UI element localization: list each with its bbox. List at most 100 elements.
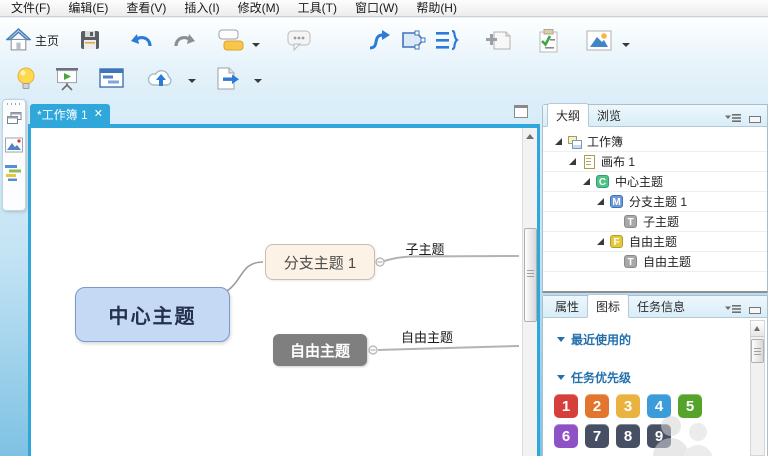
tree-row-branch-topic[interactable]: M 分支主题 1 — [543, 192, 767, 212]
section-recently-used[interactable]: 最近使用的 — [557, 331, 631, 348]
tab-icons[interactable]: 图标 — [587, 294, 630, 318]
maximize-button[interactable] — [514, 105, 528, 118]
menu-modify[interactable]: 修改(M) — [229, 0, 289, 17]
task-button[interactable] — [534, 26, 563, 56]
image-button[interactable] — [583, 26, 615, 55]
icons-panel-body: 最近使用的 任务优先级 1 2 3 4 5 6 7 8 9 — [543, 318, 767, 456]
image-dropdown-icon[interactable] — [622, 43, 630, 47]
boundary-button[interactable] — [398, 26, 429, 55]
document-tab[interactable]: *工作簿 1 ✕ — [30, 104, 110, 124]
undo-button[interactable] — [126, 26, 156, 54]
upload-button[interactable] — [144, 64, 178, 94]
export-dropdown-icon[interactable] — [254, 79, 262, 83]
collapse-arrow-icon — [557, 337, 565, 342]
gantt-button[interactable] — [96, 64, 127, 93]
new-topic-dropdown-icon[interactable] — [252, 43, 260, 47]
upload-dropdown-icon[interactable] — [188, 79, 196, 83]
outline-tree: 工作簿 画布 1 C 中心主题 M 分支主题 1 T 子主题 F 自由主题 T … — [543, 127, 767, 291]
view-menu-icon[interactable] — [725, 110, 741, 128]
minimize-panel-icon[interactable] — [749, 306, 761, 314]
priority-3-icon[interactable]: 3 — [616, 394, 640, 418]
comment-icon — [286, 28, 312, 53]
icons-panel: 属性 图标 任务信息 最近使用的 任务优先级 1 2 3 4 5 6 7 8 9 — [542, 294, 768, 456]
topic-icon — [218, 28, 244, 53]
tree-row-floating-subtopic[interactable]: T 自由主题 — [543, 252, 767, 272]
menu-insert[interactable]: 插入(I) — [175, 0, 228, 17]
relationship-button[interactable] — [364, 26, 396, 55]
main-toolbar: 主页 — [0, 18, 768, 60]
menu-file[interactable]: 文件(F) — [2, 0, 59, 17]
tree-row-floating-topic[interactable]: F 自由主题 — [543, 232, 767, 252]
comment-button[interactable] — [284, 26, 314, 55]
tab-browse[interactable]: 浏览 — [589, 104, 629, 126]
priority-7-icon[interactable]: 7 — [585, 424, 609, 448]
document-tab-title: *工作簿 1 — [37, 107, 88, 122]
summary-icon — [434, 28, 460, 53]
scroll-thumb[interactable] — [524, 228, 537, 322]
save-icon — [78, 28, 102, 52]
tree-row-subtopic[interactable]: T 子主题 — [543, 212, 767, 232]
home-label: 主页 — [35, 34, 60, 48]
note-button[interactable] — [483, 26, 514, 55]
scroll-thumb[interactable] — [751, 339, 764, 363]
expand-triangle-icon[interactable] — [597, 238, 604, 245]
tree-row-central-topic[interactable]: C 中心主题 — [543, 172, 767, 192]
canvas-vertical-scrollbar[interactable] — [522, 128, 537, 456]
image-icon — [585, 28, 613, 53]
priority-5-icon[interactable]: 5 — [678, 394, 702, 418]
priority-2-icon[interactable]: 2 — [585, 394, 609, 418]
central-topic-node[interactable]: 中心主题 — [75, 287, 230, 342]
new-topic-button[interactable] — [216, 26, 246, 55]
floating-subtopic-label[interactable]: 自由主题 — [391, 327, 463, 346]
summary-button[interactable] — [432, 26, 462, 55]
secondary-toolbar — [0, 60, 768, 95]
minimize-panel-icon[interactable] — [749, 115, 761, 123]
image-gallery-icon[interactable] — [5, 137, 23, 158]
tab-outline[interactable]: 大纲 — [547, 103, 590, 127]
mindmap-canvas[interactable]: 中心主题 分支主题 1 自由主题 子主题 自由主题 — [31, 128, 522, 456]
branch-topic-node[interactable]: 分支主题 1 — [265, 244, 375, 280]
home-button[interactable]: 主页 — [4, 26, 61, 55]
subtopic-label[interactable]: 子主题 — [389, 239, 461, 258]
scroll-up-arrow-icon[interactable] — [526, 134, 534, 139]
menu-edit[interactable]: 编辑(E) — [59, 0, 117, 17]
home-icon — [6, 28, 31, 53]
section-task-priority[interactable]: 任务优先级 — [557, 369, 631, 386]
tab-task-info[interactable]: 任务信息 — [629, 295, 693, 317]
tree-row-workbook[interactable]: 工作簿 — [543, 132, 767, 152]
menu-tools[interactable]: 工具(T) — [289, 0, 346, 17]
idea-button[interactable] — [12, 64, 41, 94]
floating-palette[interactable] — [2, 99, 26, 211]
canvas-window: 中心主题 分支主题 1 自由主题 子主题 自由主题 — [28, 124, 540, 456]
scroll-up-button[interactable] — [751, 321, 764, 337]
priority-4-icon[interactable]: 4 — [647, 394, 671, 418]
floating-topic-node[interactable]: 自由主题 — [273, 334, 367, 366]
icons-panel-scrollbar[interactable] — [750, 320, 765, 456]
menu-view[interactable]: 查看(V) — [117, 0, 175, 17]
tree-row-sheet[interactable]: 画布 1 — [543, 152, 767, 172]
expand-triangle-icon[interactable] — [569, 158, 576, 165]
priority-9-icon[interactable]: 9 — [647, 424, 671, 448]
menu-help[interactable]: 帮助(H) — [407, 0, 466, 17]
save-button[interactable] — [76, 26, 104, 54]
undo-icon — [128, 28, 154, 52]
redo-button[interactable] — [170, 26, 200, 54]
expand-triangle-icon[interactable] — [555, 138, 562, 145]
priority-6-icon[interactable]: 6 — [554, 424, 578, 448]
subtopic-badge: T — [624, 215, 637, 228]
view-menu-icon[interactable] — [725, 301, 741, 319]
expand-triangle-icon[interactable] — [597, 198, 604, 205]
priority-8-icon[interactable]: 8 — [616, 424, 640, 448]
application-window: 文件(F) 编辑(E) 查看(V) 插入(I) 修改(M) 工具(T) 窗口(W… — [0, 0, 768, 456]
tab-close-icon[interactable]: ✕ — [94, 108, 103, 120]
priority-1-icon[interactable]: 1 — [554, 394, 578, 418]
tab-properties[interactable]: 属性 — [547, 295, 587, 317]
presentation-button[interactable] — [52, 64, 82, 94]
palette-drag-handle[interactable] — [7, 103, 21, 105]
expand-triangle-icon[interactable] — [583, 178, 590, 185]
menu-window[interactable]: 窗口(W) — [346, 0, 407, 17]
gantt-mini-icon[interactable] — [5, 165, 23, 187]
outline-panel-tabs: 大纲 浏览 — [543, 103, 767, 128]
export-button[interactable] — [212, 64, 244, 94]
cascade-windows-icon[interactable] — [6, 112, 22, 130]
